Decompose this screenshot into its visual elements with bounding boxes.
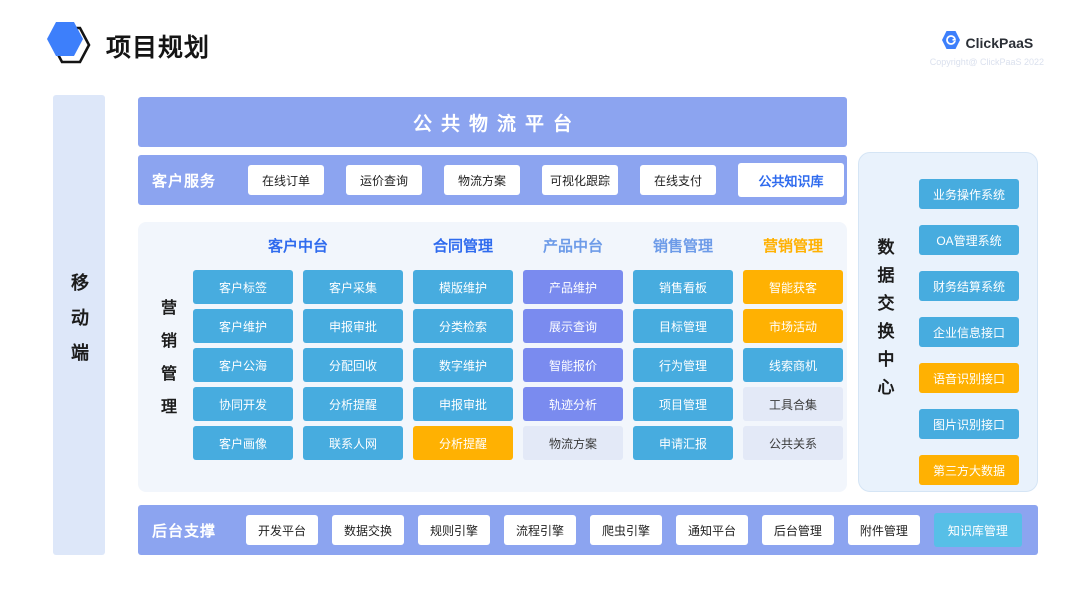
grid-cell[interactable]: 客户采集 bbox=[303, 270, 403, 304]
grid-cell[interactable]: 客户维护 bbox=[193, 309, 293, 343]
grid-cell[interactable]: 申请汇报 bbox=[633, 426, 733, 460]
mobile-side-bar: 移动端 bbox=[53, 95, 105, 555]
data-exchange-center-label: 数据交换中心 bbox=[872, 238, 897, 406]
bs-button-data-exchange[interactable]: 数据交换 bbox=[332, 515, 404, 545]
bs-button-knowledge-base-management[interactable]: 知识库管理 bbox=[934, 513, 1022, 547]
grid-cell[interactable]: 行为管理 bbox=[633, 348, 733, 382]
grid-cell[interactable]: 线索商机 bbox=[743, 348, 843, 382]
grid-cell[interactable]: 数字维护 bbox=[413, 348, 513, 382]
module-grid: 客户标签 客户采集 模版维护 产品维护 销售看板 智能获客 客户维护 申报审批 … bbox=[193, 270, 843, 460]
data-exchange-center-panel: 数据交换中心 业务操作系统 OA管理系统 财务结算系统 企业信息接口 语音识别接… bbox=[858, 152, 1038, 492]
de-button-third-party-big-data[interactable]: 第三方大数据 bbox=[919, 455, 1019, 485]
cs-button-online-order[interactable]: 在线订单 bbox=[248, 165, 324, 195]
grid-cell[interactable]: 销售看板 bbox=[633, 270, 733, 304]
grid-cell[interactable]: 项目管理 bbox=[633, 387, 733, 421]
data-exchange-label-wrap: 数据交换中心 bbox=[869, 153, 899, 491]
data-exchange-buttons: 业务操作系统 OA管理系统 财务结算系统 企业信息接口 语音识别接口 图片识别接… bbox=[919, 179, 1019, 485]
brand-name: ClickPaaS bbox=[966, 35, 1034, 51]
bs-button-dev-platform[interactable]: 开发平台 bbox=[246, 515, 318, 545]
hexagon-logo-icon bbox=[46, 20, 94, 71]
marketing-management-side-label-wrap: 营销管理 bbox=[146, 270, 186, 460]
grid-cell[interactable]: 协同开发 bbox=[193, 387, 293, 421]
grid-column-headers: 客户中台 合同管理 产品中台 销售管理 营销管理 bbox=[193, 234, 843, 256]
grid-cell[interactable]: 分析提醒 bbox=[303, 387, 403, 421]
header-contract-management: 合同管理 bbox=[413, 234, 513, 256]
de-button-image-recognition-interface[interactable]: 图片识别接口 bbox=[919, 409, 1019, 439]
grid-cell[interactable]: 公共关系 bbox=[743, 426, 843, 460]
bs-button-rule-engine[interactable]: 规则引擎 bbox=[418, 515, 490, 545]
grid-cell[interactable]: 目标管理 bbox=[633, 309, 733, 343]
grid-cell[interactable]: 客户标签 bbox=[193, 270, 293, 304]
grid-cell[interactable]: 客户公海 bbox=[193, 348, 293, 382]
de-button-enterprise-info-interface[interactable]: 企业信息接口 bbox=[919, 317, 1019, 347]
grid-cell[interactable]: 产品维护 bbox=[523, 270, 623, 304]
header-product-middle-platform: 产品中台 bbox=[523, 234, 623, 256]
cs-button-online-payment[interactable]: 在线支付 bbox=[640, 165, 716, 195]
cs-button-freight-query[interactable]: 运价查询 bbox=[346, 165, 422, 195]
brand-block: ClickPaaS Copyright@ ClickPaaS 2022 bbox=[930, 30, 1044, 67]
grid-cell[interactable]: 联系人网 bbox=[303, 426, 403, 460]
cs-button-logistics-plan[interactable]: 物流方案 bbox=[444, 165, 520, 195]
clickpaas-logo-icon bbox=[941, 30, 961, 55]
bs-button-backend-management[interactable]: 后台管理 bbox=[762, 515, 834, 545]
grid-cell[interactable]: 模版维护 bbox=[413, 270, 513, 304]
cs-button-public-knowledge-base[interactable]: 公共知识库 bbox=[738, 163, 844, 197]
bs-button-process-engine[interactable]: 流程引擎 bbox=[504, 515, 576, 545]
grid-cell[interactable]: 市场活动 bbox=[743, 309, 843, 343]
grid-cell[interactable]: 智能报价 bbox=[523, 348, 623, 382]
grid-cell[interactable]: 工具合集 bbox=[743, 387, 843, 421]
de-button-business-operation-system[interactable]: 业务操作系统 bbox=[919, 179, 1019, 209]
grid-cell[interactable]: 客户画像 bbox=[193, 426, 293, 460]
de-button-voice-recognition-interface[interactable]: 语音识别接口 bbox=[919, 363, 1019, 393]
backend-support-label: 后台支撑 bbox=[152, 520, 216, 541]
marketing-management-side-label: 营销管理 bbox=[154, 299, 178, 431]
grid-cell[interactable]: 智能获客 bbox=[743, 270, 843, 304]
header-marketing-management: 营销管理 bbox=[743, 234, 843, 256]
bs-button-notify-platform[interactable]: 通知平台 bbox=[676, 515, 748, 545]
brand-copyright: Copyright@ ClickPaaS 2022 bbox=[930, 57, 1044, 67]
backend-support-buttons: 开发平台 数据交换 规则引擎 流程引擎 爬虫引擎 通知平台 后台管理 附件管理 … bbox=[246, 513, 1022, 547]
grid-cell[interactable]: 轨迹分析 bbox=[523, 387, 623, 421]
backend-support-row: 后台支撑 开发平台 数据交换 规则引擎 流程引擎 爬虫引擎 通知平台 后台管理 … bbox=[138, 505, 1038, 555]
grid-cell[interactable]: 物流方案 bbox=[523, 426, 623, 460]
app-header: 项目规划 bbox=[46, 20, 210, 71]
grid-cell[interactable]: 申报审批 bbox=[303, 309, 403, 343]
banner-label: 公共物流平台 bbox=[404, 109, 581, 136]
bs-button-attachment-management[interactable]: 附件管理 bbox=[848, 515, 920, 545]
public-logistics-platform-banner: 公共物流平台 bbox=[138, 97, 847, 147]
customer-service-buttons: 在线订单 运价查询 物流方案 可视化跟踪 在线支付 公共知识库 bbox=[248, 163, 844, 197]
grid-cell[interactable]: 分配回收 bbox=[303, 348, 403, 382]
customer-service-row: 客户服务 在线订单 运价查询 物流方案 可视化跟踪 在线支付 公共知识库 bbox=[138, 155, 847, 205]
mobile-side-label: 移动端 bbox=[66, 273, 92, 378]
grid-cell[interactable]: 申报审批 bbox=[413, 387, 513, 421]
grid-cell[interactable]: 展示查询 bbox=[523, 309, 623, 343]
header-sales-management: 销售管理 bbox=[633, 234, 733, 256]
bs-button-crawler-engine[interactable]: 爬虫引擎 bbox=[590, 515, 662, 545]
de-button-oa-management-system[interactable]: OA管理系统 bbox=[919, 225, 1019, 255]
de-button-financial-settlement-system[interactable]: 财务结算系统 bbox=[919, 271, 1019, 301]
marketing-management-panel: 客户中台 合同管理 产品中台 销售管理 营销管理 营销管理 客户标签 客户采集 … bbox=[138, 222, 847, 492]
grid-cell[interactable]: 分析提醒 bbox=[413, 426, 513, 460]
customer-service-label: 客户服务 bbox=[152, 170, 216, 191]
header-customer-middle-platform: 客户中台 bbox=[193, 234, 403, 256]
grid-cell[interactable]: 分类检索 bbox=[413, 309, 513, 343]
page-title: 项目规划 bbox=[106, 28, 210, 64]
cs-button-visual-tracking[interactable]: 可视化跟踪 bbox=[542, 165, 618, 195]
